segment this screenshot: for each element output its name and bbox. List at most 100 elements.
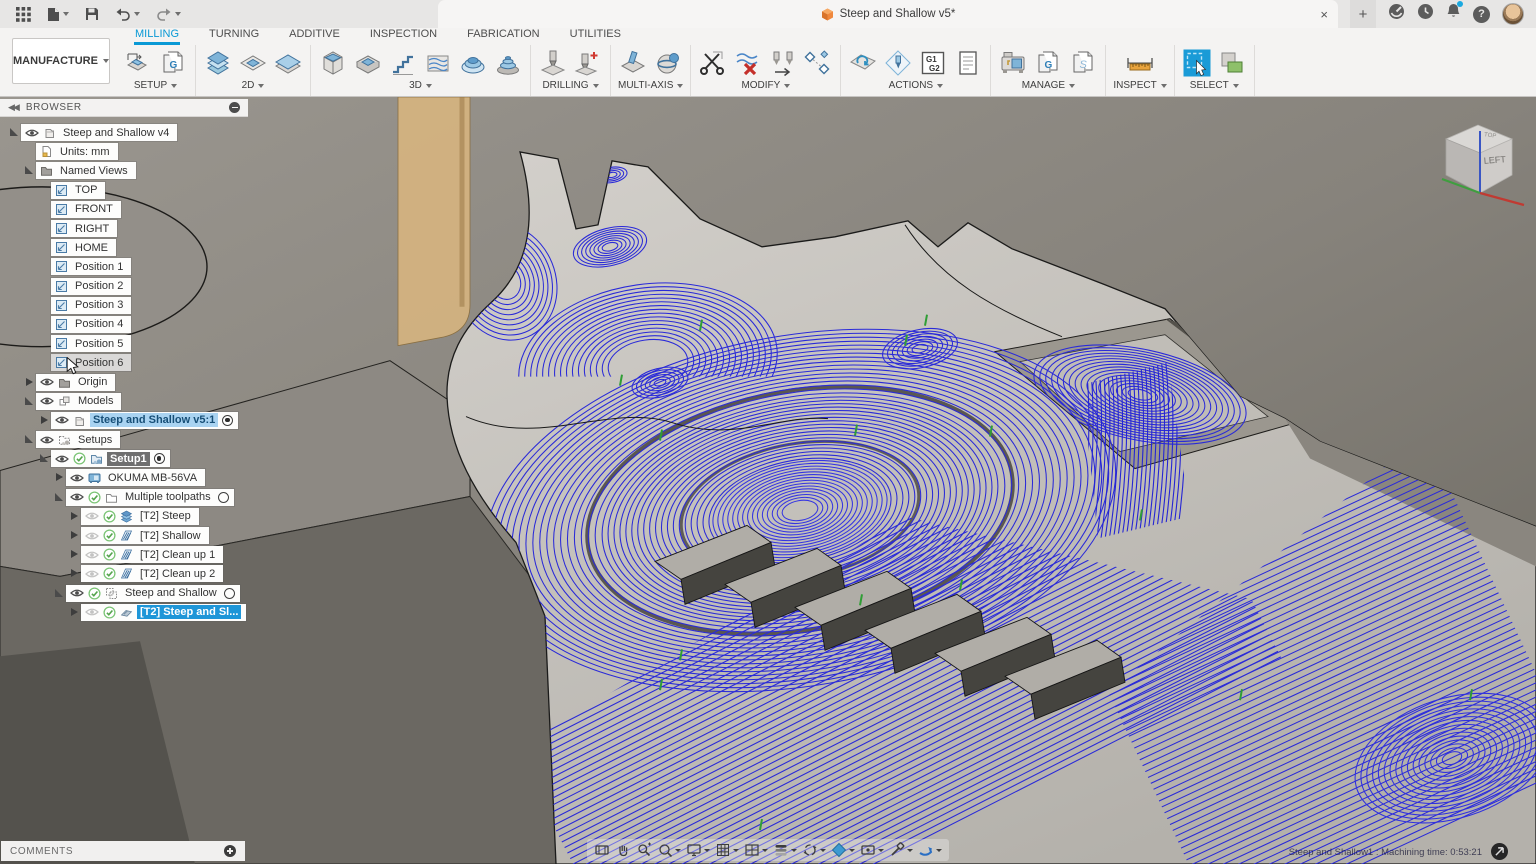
- drill-button[interactable]: [538, 48, 568, 78]
- tree-item-t2-clean-up-1[interactable]: [T2] Clean up 1: [81, 546, 223, 563]
- 3d-adaptive-button[interactable]: [318, 48, 348, 78]
- tree-item-label[interactable]: RIGHT: [72, 222, 112, 236]
- display-settings-caret[interactable]: [704, 849, 710, 852]
- expander-open-icon[interactable]: [55, 589, 64, 598]
- visual-style-caret[interactable]: [791, 849, 797, 852]
- new-setup-button[interactable]: [123, 48, 153, 78]
- expander-closed-icon[interactable]: [25, 378, 34, 387]
- tree-item-label[interactable]: TOP: [72, 183, 100, 197]
- grid-and-snaps-caret[interactable]: [733, 849, 739, 852]
- tree-item-label[interactable]: Position 4: [72, 317, 126, 331]
- visibility-eye-icon[interactable]: [55, 415, 69, 425]
- tab-utilities[interactable]: UTILITIES: [569, 28, 622, 45]
- steep-and-shallow-button[interactable]: [388, 48, 418, 78]
- visibility-eye-icon[interactable]: [85, 607, 99, 617]
- tab-turning[interactable]: TURNING: [208, 28, 260, 45]
- group-label-select[interactable]: SELECT: [1190, 80, 1229, 91]
- tree-item-position-4[interactable]: Position 4: [51, 316, 131, 333]
- tree-item-label[interactable]: Steep and Shallow: [122, 586, 220, 600]
- close-tab-icon[interactable]: ×: [1320, 0, 1328, 28]
- orbit-icon[interactable]: [800, 841, 828, 859]
- pan-icon[interactable]: [613, 841, 633, 859]
- redo-caret[interactable]: [175, 12, 181, 16]
- expander-open-icon[interactable]: [40, 454, 49, 463]
- visibility-eye-icon[interactable]: [85, 531, 99, 541]
- app-grid-icon[interactable]: [16, 7, 31, 22]
- fit-view-icon[interactable]: [592, 841, 612, 859]
- setup-sheet-button[interactable]: [953, 48, 983, 78]
- redo-icon[interactable]: [156, 8, 181, 21]
- tree-item-label[interactable]: [T2] Clean up 1: [137, 548, 218, 562]
- tree-item-right[interactable]: RIGHT: [51, 220, 117, 237]
- tree-item-label[interactable]: Units: mm: [57, 145, 113, 159]
- select-button[interactable]: [1182, 48, 1212, 78]
- tree-item-position-1[interactable]: Position 1: [51, 258, 131, 275]
- tree-item-units-mm[interactable]: Units: mm: [36, 143, 118, 160]
- visibility-eye-icon[interactable]: [25, 128, 39, 138]
- expander-open-icon[interactable]: [55, 493, 64, 502]
- notifications-bell-icon[interactable]: [1446, 3, 1461, 25]
- group-label-drilling[interactable]: DRILLING: [542, 80, 588, 91]
- simulation-display-caret[interactable]: [878, 849, 884, 852]
- tool-display-icon[interactable]: [887, 841, 915, 859]
- tree-item-label[interactable]: FRONT: [72, 202, 116, 216]
- measure-button[interactable]: [1125, 48, 1155, 78]
- group-label-manage[interactable]: MANAGE: [1022, 80, 1065, 91]
- tab-milling[interactable]: MILLING: [134, 28, 180, 45]
- tab-fabrication[interactable]: FABRICATION: [466, 28, 541, 45]
- tree-item-origin[interactable]: Origin: [36, 374, 115, 391]
- document-tab[interactable]: Steep and Shallow v5* ×: [438, 0, 1338, 28]
- tab-additive[interactable]: ADDITIVE: [288, 28, 341, 45]
- tree-item-t2-steep[interactable]: [T2] Steep: [81, 508, 199, 525]
- visual-style-icon[interactable]: [771, 841, 799, 859]
- tree-item-named-views[interactable]: Named Views: [36, 162, 136, 179]
- active-radio-dot[interactable]: [222, 415, 233, 426]
- visibility-eye-icon[interactable]: [85, 569, 99, 579]
- tree-item-models[interactable]: Models: [36, 393, 121, 410]
- group-label-multi-axis[interactable]: MULTI-AXIS: [618, 80, 673, 91]
- expander-closed-icon[interactable]: [70, 608, 79, 617]
- history-clock-icon[interactable]: [1417, 3, 1434, 25]
- active-radio-empty[interactable]: [224, 588, 235, 599]
- tree-item-label[interactable]: Named Views: [57, 164, 131, 178]
- zoom-window-icon[interactable]: [655, 841, 683, 859]
- display-settings-dot-icon[interactable]: [229, 102, 240, 113]
- expander-closed-icon[interactable]: [70, 512, 79, 521]
- assistant-bubble-icon[interactable]: [1491, 843, 1508, 860]
- visibility-eye-icon[interactable]: [85, 511, 99, 521]
- tree-item-top[interactable]: TOP: [51, 182, 105, 199]
- simulation-display-icon[interactable]: [858, 841, 886, 859]
- collapse-browser-icon[interactable]: ◀◀: [8, 102, 18, 113]
- 3d-pocket-button[interactable]: [353, 48, 383, 78]
- tree-item-label[interactable]: Setup1: [107, 452, 150, 466]
- expander-closed-icon[interactable]: [55, 473, 64, 482]
- tree-item-t2-steep-and-sl[interactable]: [T2] Steep and Sl...: [81, 604, 246, 621]
- tree-item-multiple-toolpaths[interactable]: Multiple toolpaths: [66, 489, 234, 506]
- template-library-button[interactable]: S: [1068, 48, 1098, 78]
- tree-item-home[interactable]: HOME: [51, 239, 116, 256]
- tree-item-label[interactable]: Models: [75, 394, 116, 408]
- tree-item-t2-shallow[interactable]: [T2] Shallow: [81, 527, 209, 544]
- post-process-button[interactable]: [883, 48, 913, 78]
- tree-item-label[interactable]: Position 1: [72, 260, 126, 274]
- parallel-button[interactable]: [423, 48, 453, 78]
- tree-item-position-6[interactable]: Position 6: [51, 354, 131, 371]
- group-label-actions[interactable]: ACTIONS: [889, 80, 933, 91]
- group-label-3d[interactable]: 3D: [409, 80, 422, 91]
- tool-display-caret[interactable]: [907, 849, 913, 852]
- orbit-caret[interactable]: [820, 849, 826, 852]
- visibility-eye-icon[interactable]: [70, 473, 84, 483]
- tree-item-label[interactable]: Steep and Shallow v4: [60, 126, 172, 140]
- look-at-caret[interactable]: [849, 849, 855, 852]
- selection-sets-button[interactable]: [1217, 48, 1247, 78]
- comments-bar[interactable]: COMMENTS: [1, 841, 245, 861]
- expander-closed-icon[interactable]: [70, 550, 79, 559]
- grid-and-snaps-icon[interactable]: [713, 841, 741, 859]
- tree-item-label[interactable]: Position 2: [72, 279, 126, 293]
- tree-item-label[interactable]: Origin: [75, 375, 110, 389]
- 2d-pocket-button[interactable]: [238, 48, 268, 78]
- group-label-setup[interactable]: SETUP: [134, 80, 167, 91]
- tree-item-label[interactable]: Position 3: [72, 298, 126, 312]
- comments-add-icon[interactable]: [224, 845, 236, 857]
- tree-item-setup1[interactable]: Setup1: [51, 450, 170, 467]
